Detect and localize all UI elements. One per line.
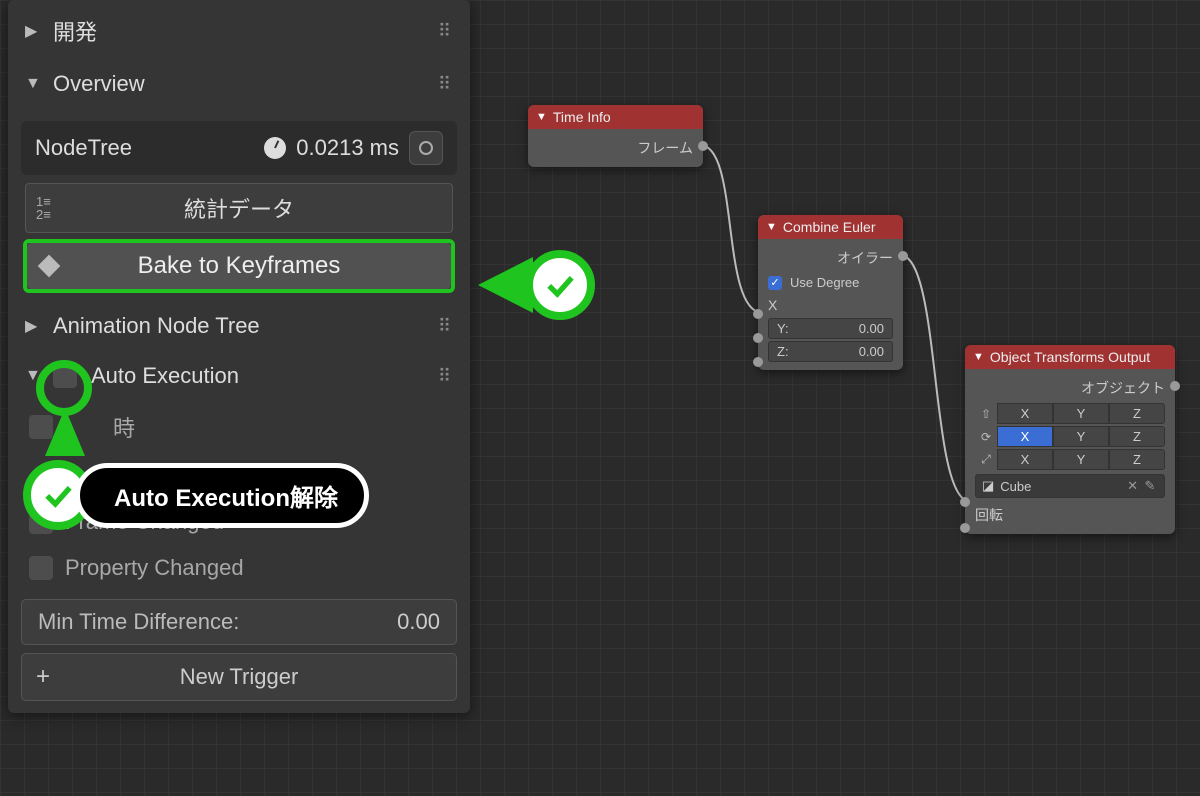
socket-out-label: フレーム	[538, 135, 693, 161]
input-socket-x[interactable]	[753, 309, 763, 319]
section-overview[interactable]: ▼ Overview ⠿	[11, 59, 467, 109]
node-header[interactable]: ▼ Time Info	[528, 105, 703, 129]
input-socket-y[interactable]	[753, 333, 763, 343]
scl-y-toggle[interactable]: Y	[1053, 449, 1109, 470]
input-socket-object[interactable]	[960, 497, 970, 507]
object-icon: ◪	[982, 478, 994, 494]
loc-z-toggle[interactable]: Z	[1109, 403, 1165, 424]
checkbox[interactable]	[29, 556, 53, 580]
node-title: Combine Euler	[783, 219, 876, 235]
section-animtree-label: Animation Node Tree	[53, 313, 260, 339]
opt-property-changed[interactable]: Property Changed	[11, 545, 467, 591]
node-time-info[interactable]: ▼ Time Info フレーム	[528, 105, 703, 167]
nodetree-time: 0.0213 ms	[296, 135, 399, 161]
section-auto-exec[interactable]: ▼ Auto Execution ⠿	[11, 351, 467, 401]
bake-button-highlight: Bake to Keyframes	[23, 239, 455, 293]
collapse-icon: ▶	[25, 316, 43, 336]
input-y-field[interactable]: Y: 0.00	[768, 318, 893, 339]
stats-button[interactable]: 1≡2≡ 統計データ	[25, 183, 453, 233]
opt-prop-label: Property Changed	[65, 555, 244, 581]
drag-handle-icon[interactable]: ⠿	[438, 74, 453, 95]
node-header[interactable]: ▼ Object Transforms Output	[965, 345, 1175, 369]
object-field[interactable]: ◪ Cube ✕ ✎	[975, 474, 1165, 498]
loc-x-toggle[interactable]: X	[997, 403, 1053, 424]
min-time-label: Min Time Difference:	[38, 609, 239, 635]
input-z-field[interactable]: Z: 0.00	[768, 341, 893, 362]
auto-exec-checkbox[interactable]	[53, 364, 77, 388]
drag-handle-icon[interactable]: ⠿	[438, 316, 453, 337]
input-socket-rotation[interactable]	[960, 523, 970, 533]
rot-z-toggle[interactable]: Z	[1109, 426, 1165, 447]
bake-label: Bake to Keyframes	[138, 252, 341, 280]
section-autoexec-label: Auto Execution	[91, 363, 239, 389]
node-title: Object Transforms Output	[990, 349, 1150, 365]
new-trigger-button[interactable]: + New Trigger	[21, 653, 457, 701]
min-time-value: 0.00	[397, 609, 440, 635]
input-socket-z[interactable]	[753, 357, 763, 367]
socket-out-label: オイラー	[768, 245, 893, 271]
opt-always-label: 時	[113, 411, 135, 443]
input-x-label: X	[768, 294, 893, 316]
z-value: 0.00	[859, 344, 884, 359]
expand-icon: ▼	[766, 221, 777, 233]
annotation-bake-check	[478, 250, 595, 320]
y-label: Y:	[777, 321, 789, 336]
scale-icon: ⤢	[975, 449, 997, 470]
use-degree-label: Use Degree	[790, 275, 859, 290]
clock-icon	[264, 137, 286, 159]
annotation-label: Auto Execution解除	[75, 463, 369, 528]
scl-z-toggle[interactable]: Z	[1109, 449, 1165, 470]
annotation-autoexec-off: Auto Execution解除	[23, 460, 369, 530]
object-name: Cube	[1000, 479, 1031, 494]
node-object-transforms[interactable]: ▼ Object Transforms Output オブジェクト ⇧ X Y …	[965, 345, 1175, 534]
expand-icon: ▼	[25, 367, 43, 385]
section-anim-tree[interactable]: ▶ Animation Node Tree ⠿	[11, 301, 467, 351]
check-badge-icon	[525, 250, 595, 320]
list-icon: 1≡2≡	[36, 195, 51, 221]
checkbox-checked-icon: ✓	[768, 276, 782, 290]
use-degree-checkbox[interactable]: ✓ Use Degree	[768, 271, 893, 294]
location-icon: ⇧	[975, 403, 997, 424]
scale-xyz-row: ⤢ X Y Z	[975, 449, 1165, 470]
location-xyz-row: ⇧ X Y Z	[975, 403, 1165, 424]
y-value: 0.00	[859, 321, 884, 336]
z-label: Z:	[777, 344, 789, 359]
stats-label: 統計データ	[184, 192, 294, 224]
node-header[interactable]: ▼ Combine Euler	[758, 215, 903, 239]
input-rot-label: 回転	[975, 502, 1165, 528]
expand-icon: ▼	[973, 351, 984, 363]
checkbox[interactable]	[29, 415, 53, 439]
collapse-icon: ▶	[25, 21, 43, 41]
section-dev-label: 開発	[53, 15, 97, 47]
nodetree-stats-row: NodeTree 0.0213 ms	[21, 121, 457, 175]
clear-icon[interactable]: ✕	[1123, 478, 1142, 494]
node-title: Time Info	[553, 109, 611, 125]
eyedropper-icon[interactable]: ✎	[1142, 478, 1158, 494]
nodetree-options-button[interactable]	[409, 131, 443, 165]
loc-y-toggle[interactable]: Y	[1053, 403, 1109, 424]
rot-x-toggle[interactable]: X	[997, 426, 1053, 447]
node-combine-euler[interactable]: ▼ Combine Euler オイラー ✓ Use Degree X Y: 0…	[758, 215, 903, 370]
expand-icon: ▼	[536, 111, 547, 123]
min-time-diff-field[interactable]: Min Time Difference: 0.00	[21, 599, 457, 645]
section-dev[interactable]: ▶ 開発 ⠿	[11, 3, 467, 59]
new-trigger-label: New Trigger	[180, 664, 299, 690]
output-socket[interactable]	[1170, 381, 1180, 391]
rot-y-toggle[interactable]: Y	[1053, 426, 1109, 447]
rotation-xyz-row: ⟳ X Y Z	[975, 426, 1165, 447]
output-socket[interactable]	[698, 141, 708, 151]
plus-icon: +	[36, 663, 50, 691]
drag-handle-icon[interactable]: ⠿	[438, 21, 453, 42]
drag-handle-icon[interactable]: ⠿	[438, 366, 453, 387]
section-overview-label: Overview	[53, 71, 145, 97]
sidebar-panel: ▶ 開発 ⠿ ▼ Overview ⠿ NodeTree 0.0213 ms 1…	[8, 0, 470, 713]
scl-x-toggle[interactable]: X	[997, 449, 1053, 470]
rotation-icon: ⟳	[975, 426, 997, 447]
output-socket[interactable]	[898, 251, 908, 261]
bake-button[interactable]: Bake to Keyframes	[27, 243, 451, 289]
socket-out-label: オブジェクト	[975, 375, 1165, 401]
expand-icon: ▼	[25, 75, 43, 93]
nodetree-label: NodeTree	[35, 135, 234, 161]
keyframe-icon	[38, 255, 61, 278]
